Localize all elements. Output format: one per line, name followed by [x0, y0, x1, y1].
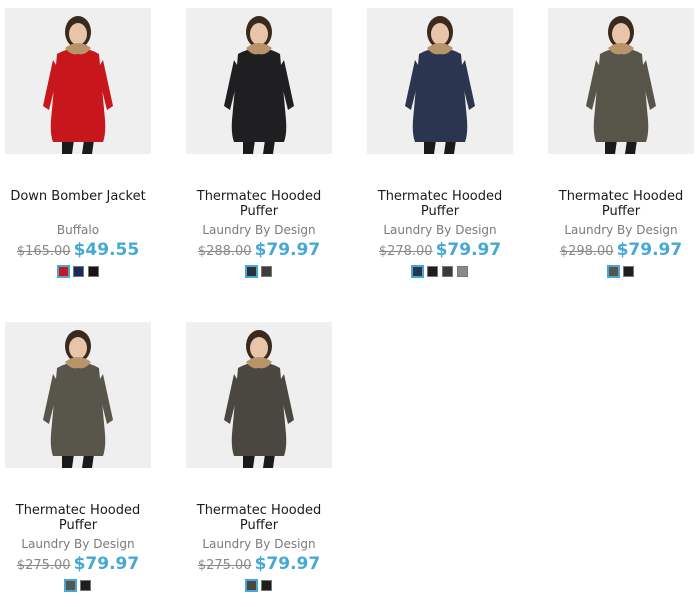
color-swatches	[0, 579, 156, 593]
product-name[interactable]: Thermatec Hooded Puffer	[543, 189, 699, 219]
color-swatch[interactable]	[87, 266, 99, 277]
product-image[interactable]	[186, 8, 332, 154]
original-price: $275.00	[16, 558, 71, 573]
color-swatch[interactable]	[623, 266, 634, 277]
color-swatch[interactable]	[427, 266, 438, 277]
product-name[interactable]: Down Bomber Jacket	[0, 189, 156, 204]
product-image[interactable]	[186, 322, 332, 468]
sale-price: $79.97	[254, 240, 321, 260]
model-photo	[5, 322, 151, 468]
original-price: $298.00	[559, 244, 614, 259]
product-brand: Laundry By Design	[21, 537, 135, 551]
product-brand: Laundry By Design	[202, 537, 316, 551]
color-swatch[interactable]	[56, 265, 70, 278]
product-prices: $288.00 $79.97	[181, 240, 337, 262]
product-image[interactable]	[367, 8, 513, 154]
model-photo	[5, 8, 151, 154]
product-brand: Laundry By Design	[202, 223, 316, 237]
color-swatches	[543, 265, 699, 279]
model-photo	[367, 8, 513, 154]
product-card[interactable]: Thermatec Hooded Puffer Laundry By Design…	[181, 8, 362, 293]
color-swatch[interactable]	[64, 579, 77, 592]
color-swatch[interactable]	[442, 266, 453, 277]
product-prices: $275.00 $79.97	[181, 554, 337, 576]
color-swatches	[181, 265, 337, 279]
color-swatch[interactable]	[245, 579, 258, 592]
color-swatch[interactable]	[411, 265, 424, 278]
color-swatch[interactable]	[72, 266, 84, 277]
product-name[interactable]: Thermatec Hooded Puffer	[181, 503, 337, 533]
sale-price: $79.97	[254, 554, 321, 574]
color-swatch[interactable]	[261, 580, 272, 591]
color-swatch[interactable]	[457, 266, 468, 277]
sale-price: $79.97	[616, 240, 683, 260]
product-prices: $165.00 $49.55	[0, 240, 156, 262]
sale-price: $49.55	[73, 240, 140, 260]
product-image[interactable]	[5, 322, 151, 468]
product-name[interactable]: Thermatec Hooded Puffer	[0, 503, 156, 533]
color-swatches	[362, 265, 518, 279]
product-card[interactable]: Thermatec Hooded Puffer Laundry By Design…	[0, 322, 181, 607]
color-swatches	[181, 579, 337, 593]
product-brand: Laundry By Design	[383, 223, 497, 237]
product-name[interactable]: Thermatec Hooded Puffer	[362, 189, 518, 219]
product-prices: $275.00 $79.97	[0, 554, 156, 576]
original-price: $275.00	[197, 558, 252, 573]
model-photo	[186, 8, 332, 154]
original-price: $288.00	[197, 244, 252, 259]
product-card[interactable]: Thermatec Hooded Puffer Laundry By Design…	[362, 8, 543, 293]
product-prices: $298.00 $79.97	[543, 240, 699, 262]
product-brand: Laundry By Design	[564, 223, 678, 237]
product-image[interactable]	[5, 8, 151, 154]
product-image[interactable]	[548, 8, 694, 154]
product-card[interactable]: Thermatec Hooded Puffer Laundry By Design…	[181, 322, 362, 607]
model-photo	[548, 8, 694, 154]
color-swatches	[0, 265, 156, 279]
product-name[interactable]: Thermatec Hooded Puffer	[181, 189, 337, 219]
original-price: $278.00	[378, 244, 433, 259]
sale-price: $79.97	[73, 554, 140, 574]
color-swatch[interactable]	[245, 265, 258, 278]
product-prices: $278.00 $79.97	[362, 240, 518, 262]
color-swatch[interactable]	[261, 266, 272, 277]
product-brand: Buffalo	[56, 223, 100, 237]
color-swatch[interactable]	[607, 265, 620, 278]
product-card[interactable]: Down Bomber Jacket Buffalo $165.00 $49.55	[0, 8, 181, 293]
model-photo	[186, 322, 332, 468]
color-swatch[interactable]	[80, 580, 91, 591]
product-card[interactable]: Thermatec Hooded Puffer Laundry By Design…	[543, 8, 700, 293]
original-price: $165.00	[16, 244, 71, 259]
sale-price: $79.97	[435, 240, 502, 260]
